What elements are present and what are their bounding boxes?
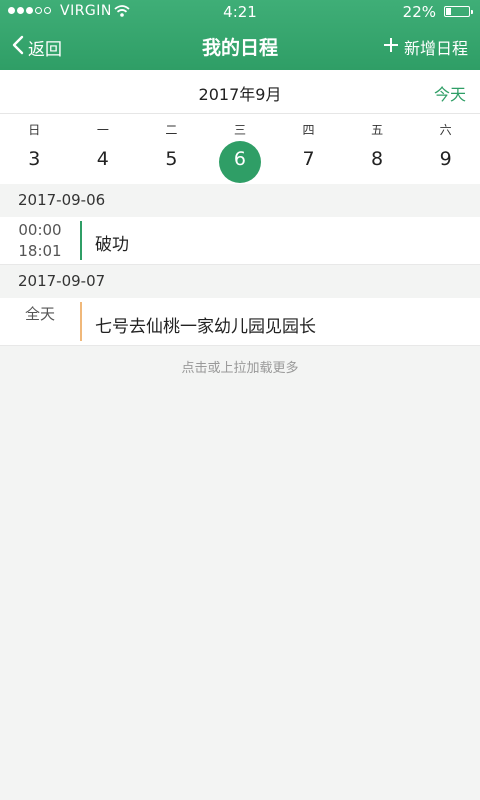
weekday-label: 五 (371, 123, 384, 137)
event-all-day-label: 全天 (24, 305, 55, 323)
day-cell[interactable]: 一 4 (69, 114, 138, 184)
day-number: 8 (371, 148, 384, 170)
day-cell[interactable]: 六 9 (411, 114, 480, 184)
event-row[interactable]: 00:00 18:01 破功 (0, 217, 480, 265)
weekday-label: 二 (165, 123, 178, 137)
event-end-time: 18:01 (18, 242, 62, 260)
weekday-label: 四 (302, 123, 315, 137)
current-month-label: 2017年9月 (198, 85, 282, 104)
week-strip: 日 3 一 4 二 5 三 6 四 7 五 8 六 9 (0, 114, 480, 184)
event-color-bar (80, 221, 82, 260)
nav-bar: 返回 我的日程 新增日程 (0, 24, 480, 70)
day-number: 5 (165, 148, 178, 170)
event-row[interactable]: 全天 七号去仙桃一家幼儿园见园长 (0, 298, 480, 346)
event-title: 七号去仙桃一家幼儿园见园长 (95, 317, 316, 337)
today-button[interactable]: 今天 (434, 81, 466, 105)
battery-icon (444, 6, 473, 17)
day-cell[interactable]: 二 5 (137, 114, 206, 184)
day-cell[interactable]: 日 3 (0, 114, 69, 184)
weekday-label: 三 (233, 123, 246, 137)
agenda-list: 2017-09-06 00:00 18:01 破功 2017-09-07 全天 … (0, 184, 480, 392)
weekday-label: 日 (28, 123, 41, 137)
day-cell[interactable]: 五 8 (343, 114, 412, 184)
event-start-time: 00:00 (18, 221, 62, 239)
day-cell-selected[interactable]: 三 6 (206, 114, 275, 184)
load-more-button[interactable]: 点击或上拉加载更多 (0, 346, 480, 392)
event-title: 破功 (95, 235, 129, 255)
month-bar: 2017年9月 今天 (0, 70, 480, 114)
event-color-bar (80, 302, 82, 341)
status-bar: VIRGIN 4:21 22% (0, 0, 480, 24)
day-number: 9 (439, 148, 452, 170)
event-time: 00:00 18:01 (0, 220, 80, 262)
weekday-label: 一 (96, 123, 109, 137)
add-schedule-label: 新增日程 (403, 39, 468, 58)
day-number: 7 (302, 148, 315, 170)
app-header: VIRGIN 4:21 22% 返回 我的日程 新增日程 (0, 0, 480, 70)
day-number: 4 (96, 148, 109, 170)
agenda-date-header: 2017-09-07 (0, 265, 480, 298)
day-cell[interactable]: 四 7 (274, 114, 343, 184)
plus-icon (383, 37, 399, 57)
event-time: 全天 (0, 303, 80, 324)
day-number: 6 (233, 148, 247, 170)
battery-percent: 22% (402, 3, 436, 21)
weekday-label: 六 (439, 123, 452, 137)
add-schedule-button[interactable]: 新增日程 (383, 32, 468, 62)
day-number: 3 (28, 148, 41, 170)
agenda-date-header: 2017-09-06 (0, 184, 480, 217)
